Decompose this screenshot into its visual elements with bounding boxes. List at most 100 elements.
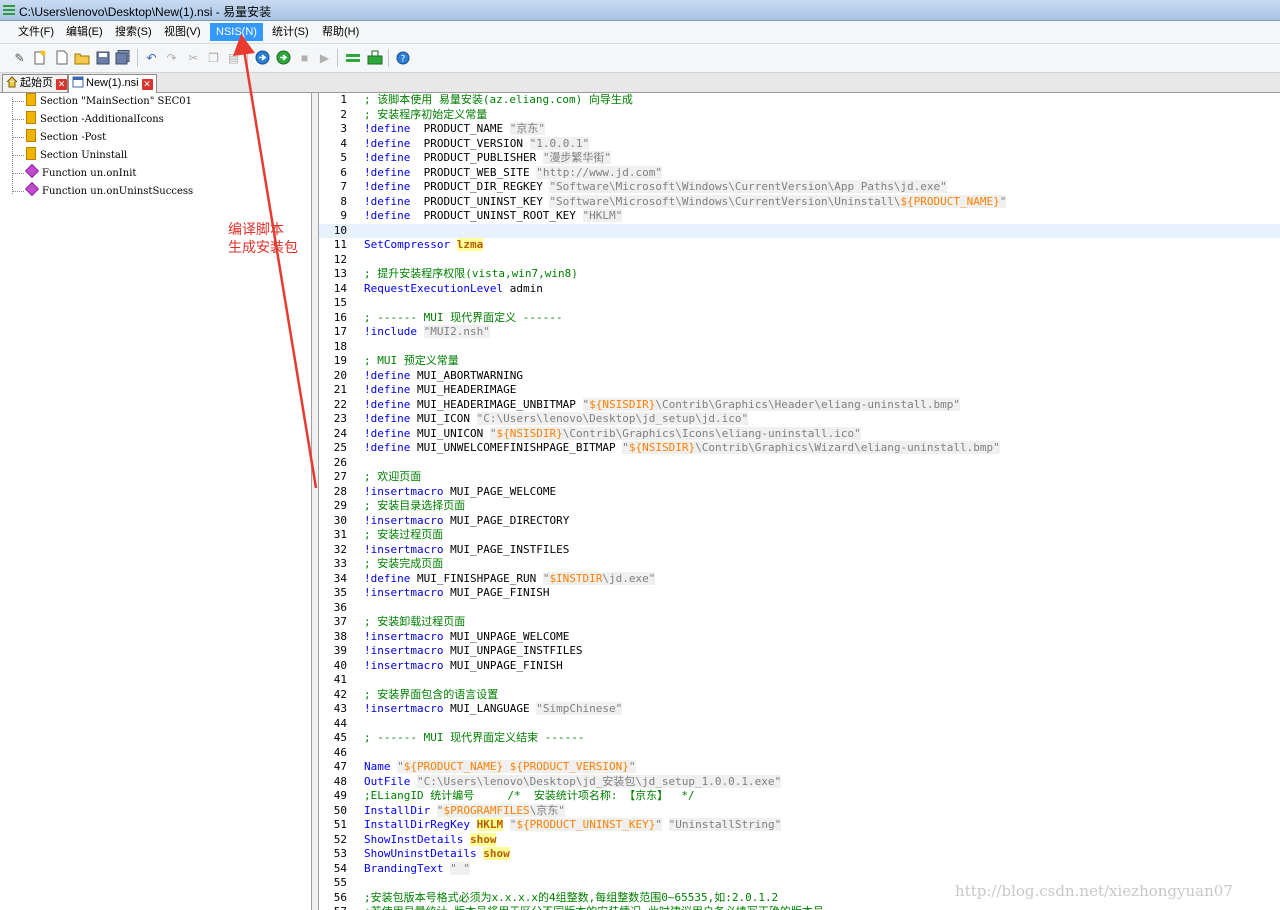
code-line[interactable]: 40 !insertmacro MUI_UNPAGE_FINISH <box>319 659 1280 674</box>
code-line[interactable]: 44 <box>319 717 1280 732</box>
line-text: !define PRODUCT_VERSION "1.0.0.1" <box>364 136 590 150</box>
code-line[interactable]: 20 !define MUI_ABORTWARNING <box>319 369 1280 384</box>
tree-item-un-onuninstsuccess[interactable]: Function un.onUninstSuccess <box>12 181 193 201</box>
code-line[interactable]: 5 !define PRODUCT_PUBLISHER "漫步繁华街" <box>319 151 1280 166</box>
code-editor[interactable]: 1 ; 该脚本使用 易量安装(az.eliang.com) 向导生成 2 ; 安装程序… <box>318 93 1280 910</box>
code-line[interactable]: 7 !define PRODUCT_DIR_REGKEY "Software\Mi… <box>319 180 1280 195</box>
code-line[interactable]: 54 BrandingText " " <box>319 861 1280 877</box>
tree-item-additional-icons[interactable]: Section -AdditionalIcons <box>12 111 164 129</box>
compile-icon[interactable] <box>254 49 271 66</box>
code-line[interactable]: 23 !define MUI_ICON "C:\Users\lenovo\Desk… <box>319 412 1280 427</box>
line-number: 10 <box>333 223 347 237</box>
code-line[interactable]: 26 <box>319 456 1280 471</box>
code-line[interactable]: 9 !define PRODUCT_UNINST_ROOT_KEY "HKLM" <box>319 209 1280 224</box>
code-line[interactable]: 35 !insertmacro MUI_PAGE_FINISH <box>319 586 1280 601</box>
code-line[interactable]: 17 !include "MUI2.nsh" <box>319 325 1280 340</box>
line-text: !insertmacro MUI_UNPAGE_INSTFILES <box>364 644 583 657</box>
code-line[interactable]: 43 !insertmacro MUI_LANGUAGE "SimpChinese… <box>319 702 1280 717</box>
code-line[interactable]: 1 ; 该脚本使用 易量安装(az.eliang.com) 向导生成 <box>319 93 1280 108</box>
tab-new-nsi[interactable]: New(1).nsi ✕ <box>68 74 157 93</box>
run-icon[interactable] <box>275 49 292 66</box>
code-line[interactable]: 8 !define PRODUCT_UNINST_KEY "Software\Mi… <box>319 194 1280 210</box>
code-line[interactable]: 33 ; 安装完成页面 <box>319 557 1280 572</box>
code-line[interactable]: 6 !define PRODUCT_WEB_SITE "http://www.jd… <box>319 165 1280 181</box>
code-line[interactable]: 12 <box>319 253 1280 268</box>
code-line[interactable]: 2 ; 安装程序初始定义常量 <box>319 108 1280 123</box>
menu-search[interactable]: 搜索(S) <box>109 23 158 41</box>
menu-statistics[interactable]: 统计(S) <box>266 23 315 41</box>
statistics-icon[interactable] <box>366 49 383 66</box>
menu-view[interactable]: 视图(V) <box>158 23 207 41</box>
code-line[interactable]: 45 ; ------ MUI 现代界面定义结束 ------ <box>319 731 1280 746</box>
line-number: 27 <box>333 470 347 483</box>
new-sparkle-icon[interactable] <box>31 49 48 66</box>
code-line[interactable]: 18 <box>319 340 1280 355</box>
cut-icon[interactable]: ✂ <box>185 49 202 66</box>
open-folder-icon[interactable] <box>73 49 90 66</box>
tree-item-main-section[interactable]: Section "MainSection" SEC01 <box>12 93 192 111</box>
code-line[interactable]: 52 ShowInstDetails show <box>319 832 1280 848</box>
code-line[interactable]: 24 !define MUI_UNICON "${NSISDIR}\Contrib… <box>319 426 1280 442</box>
redo-icon[interactable]: ↷ <box>163 49 180 66</box>
code-line[interactable]: 11 SetCompressor lzma <box>319 238 1280 253</box>
new-file-icon[interactable] <box>53 49 70 66</box>
tree-item-un-oninit[interactable]: Function un.onInit <box>12 163 136 183</box>
code-line[interactable]: 47 Name "${PRODUCT_NAME} ${PRODUCT_VERSIO… <box>319 760 1280 775</box>
stop-icon[interactable]: ■ <box>296 49 313 66</box>
code-line[interactable]: 4 !define PRODUCT_VERSION "1.0.0.1" <box>319 136 1280 152</box>
code-line[interactable]: 15 <box>319 296 1280 311</box>
code-line[interactable]: 42 ; 安装界面包含的语言设置 <box>319 688 1280 703</box>
code-line[interactable]: 10 <box>319 223 1280 238</box>
undo-icon[interactable]: ↶ <box>143 49 160 66</box>
code-line[interactable]: 32 !insertmacro MUI_PAGE_INSTFILES <box>319 543 1280 558</box>
code-line[interactable]: 3 !define PRODUCT_NAME "京东" <box>319 122 1280 137</box>
tab-start-page[interactable]: 起始页 ✕ <box>2 74 68 92</box>
code-line[interactable]: 41 <box>319 673 1280 688</box>
green-bar-icon[interactable] <box>344 49 361 66</box>
code-line[interactable]: 21 !define MUI_HEADERIMAGE <box>319 383 1280 398</box>
code-line[interactable]: 49 ;ELiangID 统计编号 /* 安装统计项名称: 【京东】 */ <box>319 789 1280 804</box>
code-line[interactable]: 51 InstallDirRegKey HKLM "${PRODUCT_UNINS… <box>319 818 1280 833</box>
code-line[interactable]: 19 ; MUI 预定义常量 <box>319 354 1280 369</box>
line-number: 28 <box>333 484 347 498</box>
code-line[interactable]: 46 <box>319 746 1280 761</box>
code-line[interactable]: 39 !insertmacro MUI_UNPAGE_INSTFILES <box>319 644 1280 659</box>
code-line[interactable]: 57 ;若使用易量统计,版本号将用于区分不同版本的安装情况,此时建议用户务必填写正… <box>319 905 1280 910</box>
code-line[interactable]: 48 OutFile "C:\Users\lenovo\Desktop\jd_安装… <box>319 774 1280 790</box>
save-icon[interactable] <box>94 49 111 66</box>
line-text: !define PRODUCT_UNINST_ROOT_KEY "HKLM" <box>364 209 623 222</box>
tree-item-post[interactable]: Section -Post <box>12 129 106 147</box>
code-line[interactable]: 50 InstallDir "$PROGRAMFILES\京东" <box>319 803 1280 819</box>
copy-icon[interactable]: ❐ <box>205 49 222 66</box>
code-line[interactable]: 36 <box>319 601 1280 616</box>
line-number: 6 <box>340 165 347 179</box>
save-all-icon[interactable] <box>114 49 131 66</box>
code-line[interactable]: 27 ; 欢迎页面 <box>319 470 1280 485</box>
code-line[interactable]: 14 RequestExecutionLevel admin <box>319 282 1280 297</box>
line-text: ; 提升安装程序权限(vista,win7,win8) <box>364 267 578 280</box>
play-icon[interactable]: ▶ <box>316 49 333 66</box>
menu-edit[interactable]: 编辑(E) <box>60 23 109 41</box>
help-icon[interactable]: ? <box>394 49 411 66</box>
menu-help[interactable]: 帮助(H) <box>316 23 365 41</box>
code-line[interactable]: 22 !define MUI_HEADERIMAGE_UNBITMAP "${NS… <box>319 397 1280 413</box>
close-icon[interactable]: ✕ <box>141 79 153 90</box>
code-line[interactable]: 31 ; 安装过程页面 <box>319 528 1280 543</box>
code-line[interactable]: 38 !insertmacro MUI_UNPAGE_WELCOME <box>319 630 1280 645</box>
code-line[interactable]: 16 ; ------ MUI 现代界面定义 ------ <box>319 311 1280 326</box>
wizard-icon[interactable]: ✎ <box>11 49 28 66</box>
menu-file[interactable]: 文件(F) <box>12 23 60 41</box>
code-line[interactable]: 53 ShowUninstDetails show <box>319 847 1280 862</box>
menu-nsis[interactable]: NSIS(N) <box>210 23 263 41</box>
code-line[interactable]: 29 ; 安装目录选择页面 <box>319 499 1280 514</box>
code-line[interactable]: 34 !define MUI_FINISHPAGE_RUN "$INSTDIR\j… <box>319 571 1280 587</box>
svg-text:?: ? <box>400 54 405 64</box>
paste-icon[interactable]: ▤ <box>225 49 242 66</box>
code-line[interactable]: 37 ; 安装卸载过程页面 <box>319 615 1280 630</box>
code-line[interactable]: 30 !insertmacro MUI_PAGE_DIRECTORY <box>319 514 1280 529</box>
code-line[interactable]: 28 !insertmacro MUI_PAGE_WELCOME <box>319 485 1280 500</box>
code-line[interactable]: 13 ; 提升安装程序权限(vista,win7,win8) <box>319 267 1280 282</box>
close-icon[interactable]: ✕ <box>56 79 67 90</box>
code-line[interactable]: 25 !define MUI_UNWELCOMEFINISHPAGE_BITMAP… <box>319 441 1280 456</box>
tree-item-uninstall[interactable]: Section Uninstall <box>12 147 127 165</box>
